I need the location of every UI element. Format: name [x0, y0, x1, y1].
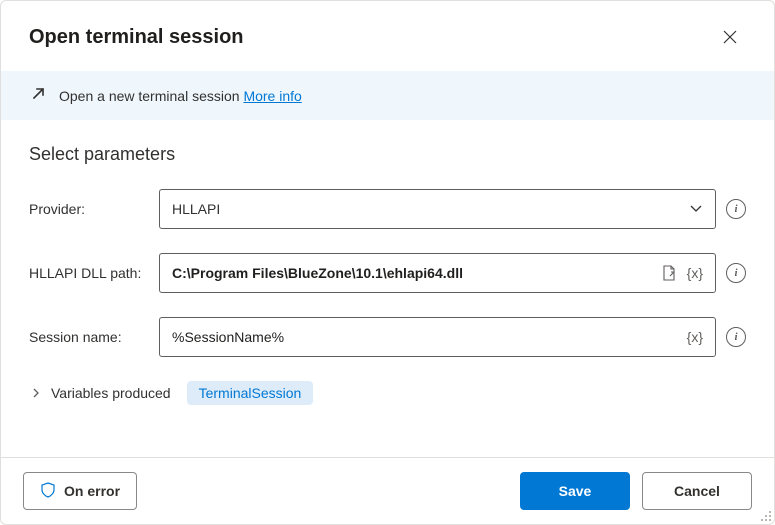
dllpath-input[interactable]: [172, 265, 659, 281]
provider-label: Provider:: [29, 201, 159, 217]
dllpath-field-wrap: {x}: [159, 253, 716, 293]
session-help-icon[interactable]: i: [726, 327, 746, 347]
dialog-footer: On error Save Cancel: [1, 457, 774, 524]
dialog-header: Open terminal session: [1, 1, 774, 71]
chevron-down-icon: [689, 201, 703, 218]
banner-text: Open a new terminal session More info: [59, 88, 302, 104]
variable-picker-icon[interactable]: {x}: [687, 265, 703, 281]
provider-value: HLLAPI: [172, 201, 220, 217]
save-button[interactable]: Save: [520, 472, 630, 510]
banner-message: Open a new terminal session: [59, 88, 243, 104]
section-heading: Select parameters: [29, 144, 746, 165]
open-external-icon: [29, 85, 47, 106]
provider-help-icon[interactable]: i: [726, 199, 746, 219]
session-input[interactable]: [172, 329, 687, 345]
dialog-content: Select parameters Provider: HLLAPI i HLL…: [1, 120, 774, 457]
variables-produced-row[interactable]: Variables produced TerminalSession: [29, 381, 746, 405]
cancel-button[interactable]: Cancel: [642, 472, 752, 510]
provider-row: Provider: HLLAPI i: [29, 189, 746, 229]
session-label: Session name:: [29, 329, 159, 345]
dllpath-label: HLLAPI DLL path:: [29, 265, 159, 281]
close-icon: [723, 30, 737, 44]
dllpath-row: HLLAPI DLL path: {x} i: [29, 253, 746, 293]
provider-select[interactable]: HLLAPI: [159, 189, 716, 229]
variable-picker-icon[interactable]: {x}: [687, 329, 703, 345]
close-button[interactable]: [714, 21, 746, 53]
on-error-button[interactable]: On error: [23, 472, 137, 510]
on-error-label: On error: [64, 483, 120, 499]
browse-file-icon[interactable]: [659, 263, 679, 283]
dllpath-help-icon[interactable]: i: [726, 263, 746, 283]
info-banner: Open a new terminal session More info: [1, 71, 774, 120]
more-info-link[interactable]: More info: [243, 88, 301, 104]
variables-label: Variables produced: [51, 385, 171, 401]
chevron-right-icon: [29, 386, 43, 400]
dialog-title: Open terminal session: [29, 26, 244, 49]
variable-pill[interactable]: TerminalSession: [187, 381, 314, 405]
shield-icon: [40, 482, 56, 501]
resize-grip-icon[interactable]: [760, 510, 772, 522]
session-row: Session name: {x} i: [29, 317, 746, 357]
session-field-wrap: {x}: [159, 317, 716, 357]
